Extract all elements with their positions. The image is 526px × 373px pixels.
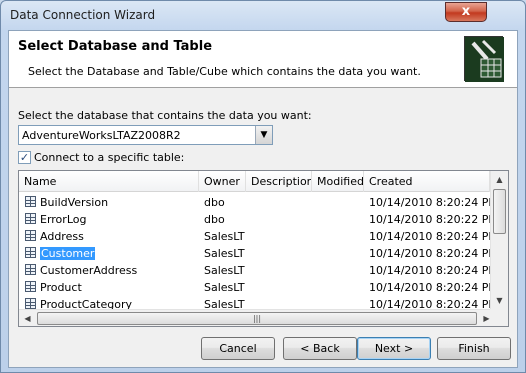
table-row[interactable]: Product SalesLT 10/14/2010 8:20:24 PM bbox=[19, 279, 490, 296]
wizard-plug-icon bbox=[464, 36, 504, 82]
table-icon bbox=[25, 230, 36, 241]
vertical-scrollbar[interactable]: ▲ ▼ bbox=[490, 171, 508, 309]
table-name-cell[interactable]: BuildVersion bbox=[40, 196, 108, 209]
specific-table-label[interactable]: Connect to a specific table: bbox=[34, 151, 184, 164]
finish-button[interactable]: Finish bbox=[437, 337, 511, 360]
table-row[interactable]: ErrorLog dbo 10/14/2010 8:20:22 PM bbox=[19, 211, 490, 228]
table-owner-cell: dbo bbox=[204, 213, 225, 226]
column-header-created[interactable]: Created bbox=[364, 171, 490, 192]
table-created-cell: 10/14/2010 8:20:22 PM bbox=[369, 213, 490, 226]
table-owner-cell: dbo bbox=[204, 196, 225, 209]
page-title: Select Database and Table bbox=[18, 39, 213, 54]
table-owner-cell: SalesLT bbox=[204, 247, 245, 260]
table-name-cell[interactable]: Customer bbox=[40, 247, 96, 260]
table-created-cell: 10/14/2010 8:20:24 PM bbox=[369, 264, 490, 277]
table-row[interactable]: CustomerAddress SalesLT 10/14/2010 8:20:24… bbox=[19, 262, 490, 279]
table-name-cell[interactable]: Product bbox=[40, 281, 82, 294]
cancel-button[interactable]: Cancel bbox=[201, 337, 275, 360]
table-created-cell: 10/14/2010 8:20:24 PM bbox=[369, 247, 490, 260]
next-button[interactable]: Next > bbox=[357, 337, 431, 360]
table-name-cell[interactable]: CustomerAddress bbox=[40, 264, 137, 277]
close-icon: x bbox=[461, 4, 471, 19]
specific-table-checkbox[interactable]: ✓ bbox=[18, 151, 31, 164]
table-name-cell[interactable]: Address bbox=[40, 230, 84, 243]
column-header-description[interactable]: Description bbox=[246, 171, 312, 192]
table-created-cell: 10/14/2010 8:20:24 PM bbox=[369, 281, 490, 294]
table-icon bbox=[25, 264, 36, 275]
table-row[interactable]: BuildVersion dbo 10/14/2010 8:20:24 PM bbox=[19, 194, 490, 211]
horizontal-scroll-thumb[interactable]: ||| bbox=[37, 312, 477, 325]
table-name-cell[interactable]: ErrorLog bbox=[40, 213, 86, 226]
database-select[interactable]: AdventureWorksLTAZ2008R2 ▼ bbox=[18, 125, 273, 145]
wizard-window: Data Connection Wizard x Select Database… bbox=[0, 0, 526, 373]
table-created-cell: 10/14/2010 8:20:24 PM bbox=[369, 230, 490, 243]
column-header-name[interactable]: Name bbox=[19, 171, 199, 192]
dialog-body: Select Database and Table Select the Dat… bbox=[8, 30, 518, 368]
wizard-header: Select Database and Table Select the Dat… bbox=[9, 31, 517, 88]
vertical-scroll-thumb[interactable] bbox=[493, 189, 506, 234]
table-icon bbox=[25, 196, 36, 207]
table-created-cell: 10/14/2010 8:20:24 PM bbox=[369, 196, 490, 209]
table-list-body: BuildVersion dbo 10/14/2010 8:20:24 PM Erro… bbox=[19, 194, 490, 314]
table-row[interactable]: Customer SalesLT 10/14/2010 8:20:24 PM bbox=[19, 245, 490, 262]
window-title: Data Connection Wizard bbox=[10, 8, 156, 22]
close-button[interactable]: x bbox=[445, 2, 487, 22]
table-icon bbox=[25, 247, 36, 258]
column-header-modified[interactable]: Modified bbox=[312, 171, 364, 192]
chevron-down-icon[interactable]: ▼ bbox=[255, 126, 272, 144]
table-icon bbox=[25, 298, 36, 309]
table-owner-cell: SalesLT bbox=[204, 281, 245, 294]
table-list-header: Name Owner Description Modified Created bbox=[19, 171, 490, 192]
table-icon bbox=[25, 213, 36, 224]
table-owner-cell: SalesLT bbox=[204, 230, 245, 243]
horizontal-scrollbar[interactable]: ◀ ||| ▶ bbox=[19, 309, 490, 326]
scroll-left-icon[interactable]: ◀ bbox=[19, 310, 36, 326]
column-header-owner[interactable]: Owner bbox=[199, 171, 246, 192]
table-row[interactable]: Address SalesLT 10/14/2010 8:20:24 PM bbox=[19, 228, 490, 245]
back-button-label: < Back bbox=[300, 342, 340, 355]
table-icon bbox=[25, 281, 36, 292]
table-owner-cell: SalesLT bbox=[204, 264, 245, 277]
next-button-label: Next > bbox=[374, 342, 414, 355]
table-list[interactable]: Name Owner Description Modified Created … bbox=[18, 170, 509, 327]
database-value: AdventureWorksLTAZ2008R2 bbox=[22, 129, 181, 142]
database-label: Select the database that contains the da… bbox=[18, 109, 312, 122]
finish-button-label: Finish bbox=[458, 342, 490, 355]
title-bar[interactable]: Data Connection Wizard x bbox=[1, 1, 525, 31]
cancel-button-label: Cancel bbox=[219, 342, 257, 355]
back-button[interactable]: < Back bbox=[283, 337, 357, 360]
page-subtitle: Select the Database and Table/Cube which… bbox=[28, 65, 421, 78]
scroll-up-icon[interactable]: ▲ bbox=[491, 171, 508, 188]
scroll-down-icon[interactable]: ▼ bbox=[491, 292, 508, 309]
scrollbar-corner bbox=[490, 309, 508, 326]
